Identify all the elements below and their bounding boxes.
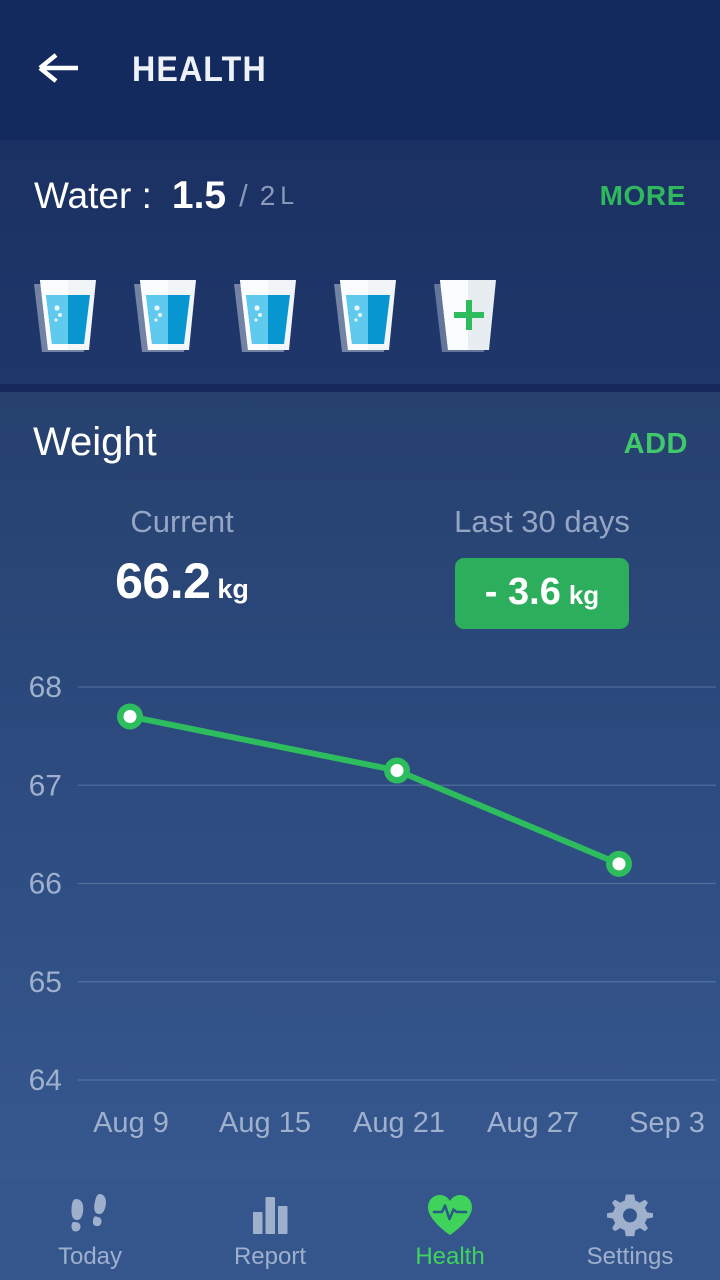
- app-header: HEALTH: [0, 0, 720, 140]
- gear-icon: [607, 1193, 653, 1237]
- chart-data-point-center: [123, 709, 137, 723]
- water-separator: /: [239, 178, 248, 213]
- current-weight-unit: kg: [217, 574, 249, 604]
- weight-header-row: Weight ADD: [0, 420, 720, 478]
- chart-x-tick-label: Aug 21: [353, 1107, 445, 1139]
- nav-label-today: Today: [57, 1243, 123, 1270]
- weight-stats: Current 66.2 kg Last 30 days - 3.6 kg: [0, 504, 720, 644]
- chart-x-tick-label: Aug 27: [487, 1107, 579, 1139]
- chart-y-tick-label: 68: [29, 671, 62, 704]
- bar-chart-icon: [247, 1193, 293, 1237]
- water-glass-full[interactable]: [326, 268, 426, 360]
- chart-x-tick-label: Sep 3: [629, 1107, 705, 1139]
- nav-item-health[interactable]: Health: [360, 1180, 540, 1280]
- chart-data-point-center: [390, 764, 404, 778]
- water-glasses-row: [26, 268, 526, 360]
- water-glass-full[interactable]: [126, 268, 226, 360]
- page-title: HEALTH: [132, 50, 267, 89]
- nav-item-today[interactable]: Today: [0, 1180, 180, 1280]
- nav-label-report: Report: [233, 1243, 307, 1270]
- back-button[interactable]: [22, 33, 96, 107]
- weight-add-button[interactable]: ADD: [624, 428, 688, 461]
- arrow-left-icon: [37, 52, 81, 89]
- water-more-button[interactable]: MORE: [600, 180, 686, 212]
- chart-y-tick-label: 66: [29, 868, 62, 901]
- footprints-icon: [64, 1193, 116, 1237]
- nav-label-health: Health: [415, 1243, 485, 1270]
- chart-x-tick-label: Aug 9: [93, 1107, 169, 1139]
- bottom-navigation: Today Report Health Settings: [0, 1180, 720, 1280]
- heart-pulse-icon: [425, 1193, 475, 1237]
- water-label: Water :: [34, 175, 152, 216]
- current-weight-value: 66.2: [115, 553, 211, 609]
- water-summary-row: Water : 1.5 / 2 L MORE: [0, 160, 720, 232]
- delta-weight-block: Last 30 days - 3.6 kg: [364, 504, 720, 629]
- health-screen: HEALTH Water : 1.5 / 2 L MORE Weight ADD…: [0, 0, 720, 1280]
- weight-card: Weight ADD Current 66.2 kg Last 30 days …: [0, 392, 720, 1180]
- delta-weight-value: - 3.6: [484, 571, 561, 613]
- section-divider: [0, 384, 720, 392]
- nav-item-settings[interactable]: Settings: [540, 1180, 720, 1280]
- water-card: Water : 1.5 / 2 L MORE: [0, 140, 720, 388]
- chart-y-tick-label: 67: [29, 769, 62, 802]
- delta-weight-unit: kg: [568, 580, 600, 610]
- water-glass-add[interactable]: [426, 268, 526, 360]
- water-glass-full[interactable]: [26, 268, 126, 360]
- current-weight-value-row: 66.2 kg: [0, 552, 364, 610]
- chart-y-tick-label: 65: [29, 966, 62, 999]
- weight-title: Weight: [33, 420, 157, 464]
- water-goal-unit: L: [280, 181, 295, 210]
- weight-chart[interactable]: 68 67 66 65 64 Aug 9 Aug 15 Aug 21 Aug 27 Sep 3: [0, 662, 720, 1142]
- water-glass-full[interactable]: [226, 268, 326, 360]
- nav-label-settings: Settings: [586, 1243, 674, 1270]
- chart-y-tick-label: 64: [29, 1064, 62, 1097]
- water-goal-value: 2: [259, 180, 276, 211]
- current-weight-caption: Current: [130, 504, 234, 539]
- nav-item-report[interactable]: Report: [180, 1180, 360, 1280]
- delta-weight-caption: Last 30 days: [454, 504, 630, 539]
- chart-data-point-center: [612, 857, 626, 871]
- chart-x-tick-label: Aug 15: [219, 1107, 311, 1139]
- delta-weight-badge: - 3.6 kg: [454, 558, 630, 629]
- water-current-value: 1.5: [171, 174, 227, 217]
- current-weight-block: Current 66.2 kg: [0, 504, 364, 610]
- chart-line: [127, 713, 622, 867]
